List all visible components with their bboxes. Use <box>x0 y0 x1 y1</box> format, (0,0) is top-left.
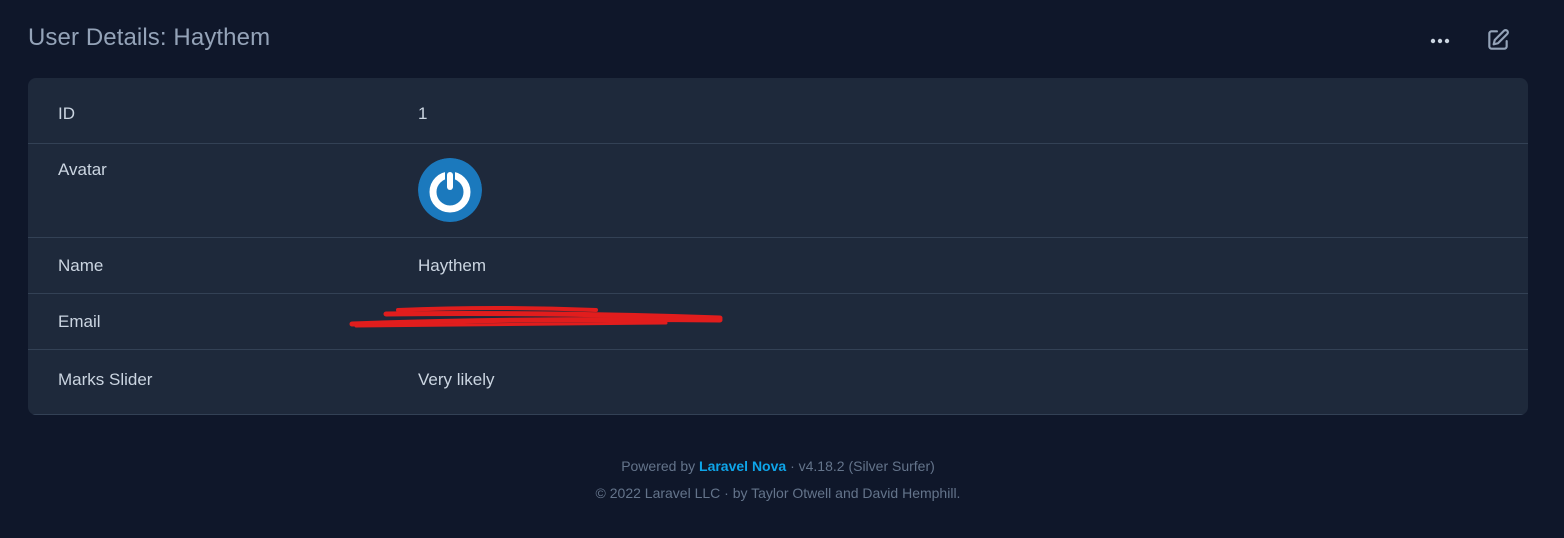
edit-button[interactable] <box>1484 26 1512 54</box>
detail-row-avatar: Avatar <box>28 144 1528 238</box>
avatar <box>418 158 482 222</box>
version-text: · v4.18.2 (Silver Surfer) <box>790 458 935 474</box>
detail-value: Very likely <box>418 370 495 389</box>
footer-copyright: © 2022 Laravel LLC · by Taylor Otwell an… <box>595 485 961 501</box>
ellipsis-horizontal-icon <box>1430 38 1450 44</box>
detail-label: Email <box>58 312 101 331</box>
detail-row-marks-slider: Marks Slider Very likely <box>28 350 1528 415</box>
detail-row-name: Name Haythem <box>28 238 1528 294</box>
redaction-scribble <box>349 306 723 328</box>
power-icon <box>418 158 482 222</box>
detail-label: ID <box>58 104 75 123</box>
pencil-square-icon <box>1488 29 1509 50</box>
more-actions-button[interactable] <box>1426 28 1454 54</box>
detail-label: Marks Slider <box>58 370 153 389</box>
footer: Powered by Laravel Nova · v4.18.2 (Silve… <box>0 456 1556 510</box>
detail-row-email: Email <box>28 294 1528 350</box>
laravel-nova-link[interactable]: Laravel Nova <box>699 458 786 474</box>
detail-value: Haythem <box>418 256 487 275</box>
detail-value: 1 <box>418 104 428 123</box>
detail-label: Avatar <box>58 160 107 179</box>
powered-by-text: Powered by <box>621 458 696 474</box>
detail-label: Name <box>58 256 104 275</box>
details-panel: ID 1 Avatar Name Haythem Email Marks Sli… <box>28 78 1528 415</box>
footer-powered-by: Powered by Laravel Nova · v4.18.2 (Silve… <box>0 456 1556 483</box>
detail-row-id: ID 1 <box>28 78 1528 144</box>
page-header: User Details: Haythem <box>28 22 1528 62</box>
page-title: User Details: Haythem <box>28 24 271 51</box>
